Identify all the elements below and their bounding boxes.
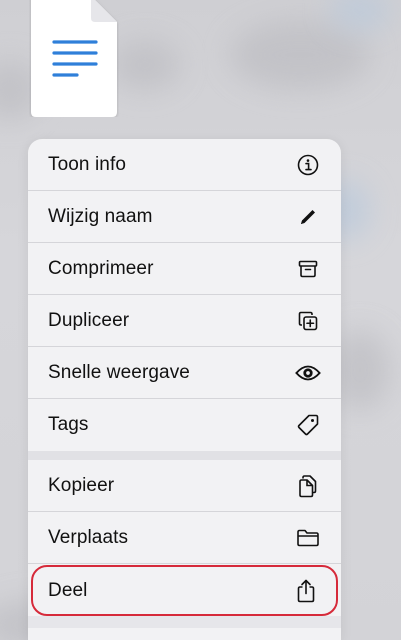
menu-item-snelle-weergave[interactable]: Snelle weergave [28,347,341,399]
menu-item-label: Dupliceer [48,309,130,331]
menu-group-separator [28,451,341,460]
menu-item-label: Comprimeer [48,257,154,279]
tag-icon [295,412,321,438]
menu-item-comprimeer[interactable]: Comprimeer [28,243,341,295]
archive-box-icon [295,256,321,282]
menu-item-wijzig-naam[interactable]: Wijzig naam [28,191,341,243]
menu-item-dupliceer[interactable]: Dupliceer [28,295,341,347]
menu-bottom-edge [28,616,341,628]
menu-item-label: Deel [48,579,88,601]
menu-item-label: Snelle weergave [48,361,190,383]
share-icon [293,578,319,604]
document-thumbnail[interactable] [29,0,119,117]
document-icon [31,0,117,117]
info-circle-icon [295,152,321,178]
duplicate-plus-icon [295,308,321,334]
menu-item-label: Tags [48,414,89,435]
pencil-icon [295,204,321,230]
menu-item-tags[interactable]: Tags [28,399,341,451]
eye-icon [295,360,321,386]
menu-item-label: Wijzig naam [48,205,153,227]
context-menu: Toon info Wijzig naam Comprimeer Duplice… [28,139,341,640]
menu-item-label: Verplaats [48,526,129,548]
copy-documents-icon [295,473,321,499]
menu-item-kopieer[interactable]: Kopieer [28,460,341,512]
menu-item-label: Toon info [48,153,127,175]
menu-item-deel[interactable]: Deel [31,565,338,616]
folder-icon [295,525,321,551]
menu-item-label: Kopieer [48,474,115,496]
menu-item-verplaats[interactable]: Verplaats [28,512,341,564]
menu-item-toon-info[interactable]: Toon info [28,139,341,191]
